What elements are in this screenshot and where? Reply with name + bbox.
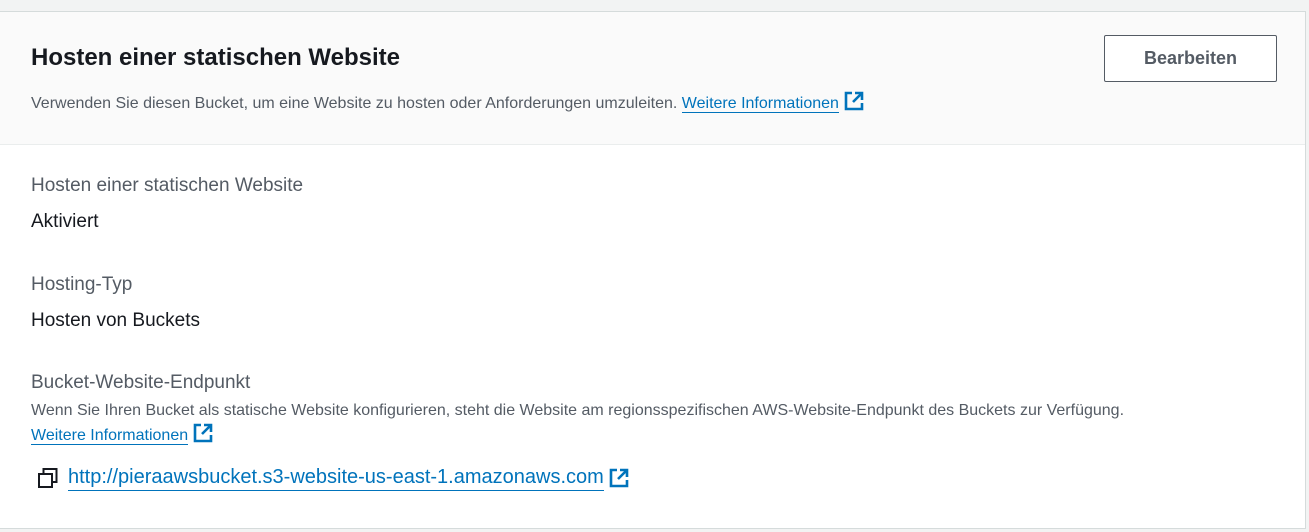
endpoint-url-link[interactable]: http://pieraawsbucket.s3-website-us-east… [68,464,604,491]
copy-icon[interactable] [36,466,60,490]
external-link-icon[interactable] [608,467,630,489]
endpoint-url-text: http://pieraawsbucket.s3-website-us-east… [68,466,604,488]
endpoint-field: Bucket-Website-Endpunkt Wenn Sie Ihren B… [31,370,1124,448]
endpoint-more-info-link[interactable]: Weitere Informationen [31,427,189,445]
more-info-link-label: Weitere Informationen [681,95,839,112]
external-link-icon[interactable] [843,90,865,112]
external-link-icon[interactable] [192,422,214,444]
endpoint-more-info-row: Weitere Informationen [31,422,1124,448]
endpoint-label: Bucket-Website-Endpunkt [31,372,251,393]
static-hosting-field: Hosten einer statischen Website Aktivier… [31,173,303,235]
panel-title: Hosten einer statischen Website [31,44,400,71]
static-hosting-value: Aktiviert [31,211,99,232]
endpoint-url-row: http://pieraawsbucket.s3-website-us-east… [36,464,630,491]
static-website-hosting-panel: Hosten einer statischen Website Verwende… [0,11,1306,529]
hosting-type-value: Hosten von Buckets [31,310,200,331]
hosting-type-field: Hosting-Typ Hosten von Buckets [31,272,200,334]
endpoint-description: Wenn Sie Ihren Bucket als statische Webs… [31,402,1125,419]
panel-description-text: Verwenden Sie diesen Bucket, um eine Web… [31,95,678,112]
panel-description: Verwenden Sie diesen Bucket, um eine Web… [31,90,865,115]
hosting-type-label: Hosting-Typ [31,274,133,295]
endpoint-more-info-label: Weitere Informationen [31,427,189,444]
edit-button[interactable]: Bearbeiten [1104,35,1277,82]
static-hosting-label: Hosten einer statischen Website [31,175,304,196]
panel-header: Hosten einer statischen Website Verwende… [0,12,1305,145]
more-info-link[interactable]: Weitere Informationen [681,95,839,113]
